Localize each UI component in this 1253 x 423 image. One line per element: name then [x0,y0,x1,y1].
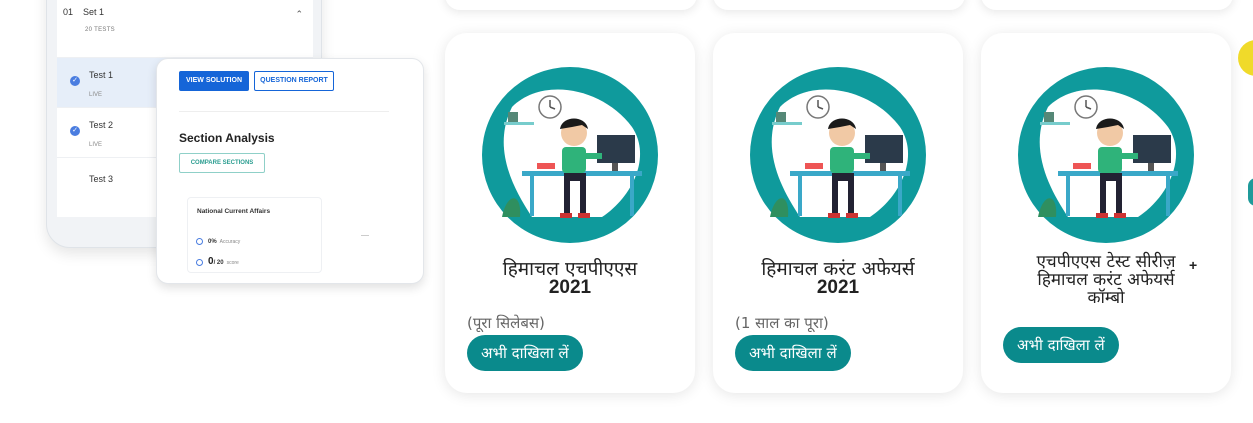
divider [179,111,389,112]
divider [361,235,369,236]
section-analysis-title: Section Analysis [179,131,275,145]
test-status: LIVE [89,92,103,98]
test-name: Test 3 [89,174,114,184]
subject-card: National Current Affairs 0% Accuracy 0/ 2… [187,197,322,273]
accuracy-value: 0% [208,239,217,246]
student-illustration [482,67,658,243]
plus-icon: + [1189,257,1198,273]
accuracy-label: Accuracy [219,239,241,246]
course-card[interactable]: एचपीएएस टेस्ट सीरीज़ हिमाचल करंट अफेयर्स… [981,33,1231,393]
set-subtitle: 20 TESTS [85,27,115,33]
course-card-partial [713,0,965,10]
course-subtitle: (पूरा सिलेबस) [467,314,545,332]
check-circle-icon: ✓ [70,126,80,136]
score-label: score [226,260,239,266]
course-card-partial [445,0,697,10]
student-illustration [1018,67,1194,243]
page: 01 Set 1 20 TESTS ⌃ ✓ Test 1 LIVE ✓ Test… [0,0,1253,423]
scroll-handle[interactable] [1248,178,1253,206]
decor-circle [1238,40,1253,76]
course-card[interactable]: हिमाचल एचपीएएस 2021 (पूरा सिलेबस) अभी दा… [445,33,695,393]
enroll-now-button[interactable]: अभी दाखिला लें [735,335,851,371]
check-circle-icon: ✓ [70,76,80,86]
enroll-now-button[interactable]: अभी दाखिला लें [467,335,583,371]
course-year: 2021 [816,277,860,298]
test-name: Test 2 [89,120,114,130]
set-header[interactable]: 01 Set 1 20 TESTS ⌃ [57,1,313,41]
test-status: LIVE [89,142,103,148]
enroll-now-button[interactable]: अभी दाखिला लें [1003,327,1119,363]
course-card-partial [981,0,1233,10]
promo-mockup: 01 Set 1 20 TESTS ⌃ ✓ Test 1 LIVE ✓ Test… [6,0,436,423]
accuracy-stat: 0% Accuracy [196,238,240,245]
score-stat: 0/ 20 score [196,256,239,267]
course-subtitle: (1 साल का पूरा) [735,314,829,332]
course-title-line: हिमाचल करंट अफेयर्स [1037,270,1175,290]
target-icon [196,238,203,245]
course-title-line: कॉम्बो [1087,288,1125,308]
test-name: Test 1 [89,70,114,80]
view-solution-button[interactable]: VIEW SOLUTION [179,71,249,91]
check-icon [196,258,203,266]
chevron-up-icon[interactable]: ⌃ [295,9,303,20]
student-illustration [750,67,926,243]
question-report-button[interactable]: QUESTION REPORT [254,71,334,91]
compare-sections-button[interactable]: COMPARE SECTIONS [179,153,265,173]
section-analysis-panel: VIEW SOLUTION QUESTION REPORT Section An… [156,58,424,284]
course-card[interactable]: हिमाचल करंट अफेयर्स 2021 (1 साल का पूरा)… [713,33,963,393]
course-year: 2021 [548,277,592,298]
set-number: 01 [63,7,74,17]
set-title: Set 1 [83,7,105,17]
subject-title: National Current Affairs [197,208,271,215]
score-total: / 20 [213,260,224,266]
